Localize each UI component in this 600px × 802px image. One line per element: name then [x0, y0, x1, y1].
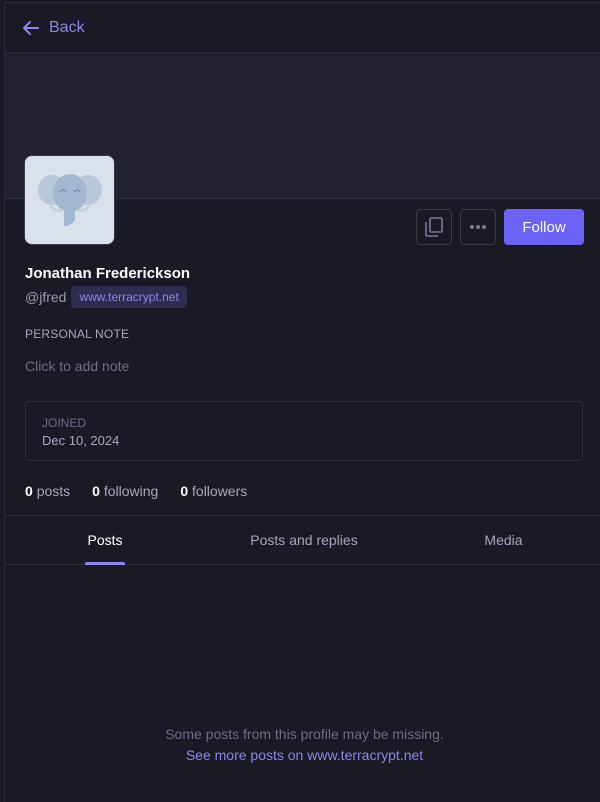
handle: @jfred — [25, 289, 67, 305]
stat-label: following — [103, 483, 159, 499]
stat-label: followers — [192, 483, 248, 499]
profile-actions: Follow — [416, 209, 584, 245]
profile-page: Back Follow Jonathan Frederickson @jfred… — [4, 2, 600, 802]
missing-posts-text: Some posts from this profile may be miss… — [165, 726, 444, 742]
more-icon — [470, 225, 486, 229]
joined-label: JOINED — [42, 416, 87, 430]
back-label: Back — [49, 18, 85, 36]
handle-row: @jfred www.terracrypt.net — [25, 286, 187, 308]
see-more-prefix: See more posts on — [185, 747, 308, 763]
see-more-link[interactable]: www.terracrypt.net — [307, 747, 423, 763]
display-name: Jonathan Frederickson — [25, 265, 191, 282]
stat-count: 0 — [25, 483, 33, 499]
stat-count: 0 — [92, 483, 100, 499]
personal-note-label: PERSONAL NOTE — [25, 327, 130, 341]
empty-state: Some posts from this profile may be miss… — [5, 726, 600, 763]
copy-button[interactable] — [416, 209, 452, 245]
profile-tabs: Posts Posts and replies Media — [5, 515, 600, 565]
more-button[interactable] — [460, 209, 496, 245]
tab-posts[interactable]: Posts — [5, 516, 205, 564]
stat-posts[interactable]: 0 posts — [25, 483, 70, 499]
tab-media[interactable]: Media — [403, 516, 600, 564]
stat-label: posts — [36, 483, 71, 499]
back-button[interactable]: Back — [21, 18, 85, 38]
joined-box: JOINED Dec 10, 2024 — [25, 401, 583, 461]
joined-date: Dec 10, 2024 — [42, 433, 120, 448]
stat-following[interactable]: 0 following — [92, 483, 158, 499]
arrow-left-icon — [23, 20, 39, 35]
top-bar: Back — [5, 3, 600, 53]
elephant-icon — [37, 174, 102, 227]
copy-icon — [425, 217, 443, 237]
see-more-text: See more posts on www.terracrypt.net — [5, 747, 600, 763]
profile-stats: 0 posts 0 following 0 followers — [25, 483, 247, 499]
tab-posts-and-replies[interactable]: Posts and replies — [205, 516, 403, 564]
avatar[interactable] — [24, 155, 115, 245]
stat-count: 0 — [180, 483, 189, 499]
stat-followers[interactable]: 0 followers — [180, 483, 247, 499]
personal-note-input[interactable]: Click to add note — [25, 358, 129, 374]
follow-button[interactable]: Follow — [504, 209, 584, 245]
domain-badge[interactable]: www.terracrypt.net — [71, 286, 187, 308]
